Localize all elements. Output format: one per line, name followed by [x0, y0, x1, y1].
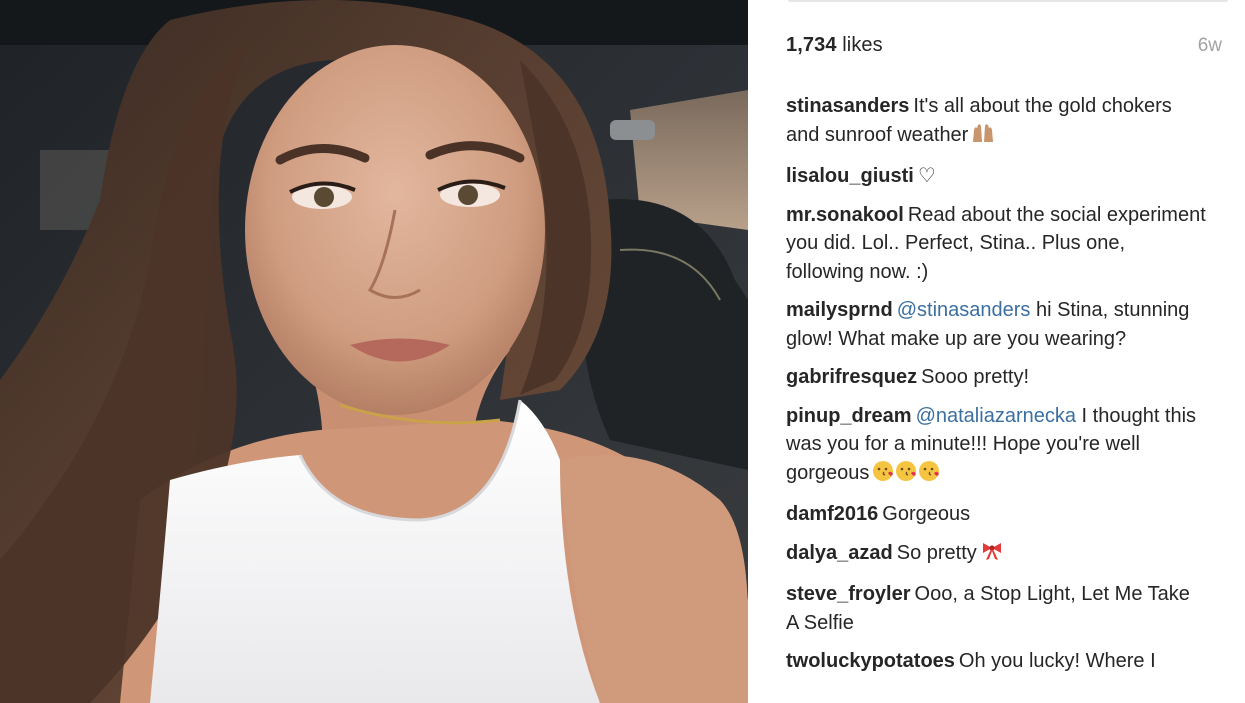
- instagram-post-view: 1,734 likes 6w stinasanders It's all abou…: [0, 0, 1245, 703]
- selfie-image: [0, 0, 748, 703]
- comment-mention[interactable]: @nataliazarnecka: [916, 405, 1076, 427]
- comment-item: pinup_dream @nataliazarnecka I thought th…: [786, 402, 1206, 491]
- comment-item: gabrifresquez Sooo pretty!: [786, 363, 1206, 392]
- post-details-panel: 1,734 likes 6w stinasanders It's all abou…: [748, 0, 1245, 703]
- raised-hands-icon: [971, 122, 995, 153]
- comment-username[interactable]: damf2016: [786, 503, 878, 525]
- comment-item: mr.sonakool Read about the social experim…: [786, 201, 1206, 287]
- post-photo[interactable]: [0, 0, 748, 703]
- comment-text: Oh you lucky! Where I: [958, 650, 1156, 672]
- likes-row: 1,734 likes 6w: [786, 34, 1222, 62]
- comment-item: mailysprnd @stinasanders hi Stina, stunni…: [786, 296, 1206, 353]
- comment-text: So pretty: [896, 541, 977, 564]
- comment-text: Gorgeous: [882, 503, 971, 525]
- comment-username[interactable]: lisalou_giusti: [786, 165, 914, 187]
- comment-username[interactable]: twoluckypotatoes: [786, 650, 955, 672]
- comment-username[interactable]: steve_froyler: [786, 583, 911, 605]
- comment-item: twoluckypotatoes Oh you lucky! Where I: [786, 647, 1206, 676]
- comment-text: ♡: [917, 165, 936, 187]
- comment-username[interactable]: mailysprnd: [786, 299, 893, 321]
- likes-label: likes: [842, 34, 883, 56]
- comment-list: stinasanders It's all about the gold chok…: [786, 92, 1206, 686]
- comment-item: damf2016 Gorgeous: [786, 500, 1206, 529]
- panel-divider: [788, 0, 1228, 2]
- comment-item: steve_froyler Ooo, a Stop Light, Let Me T…: [786, 580, 1206, 637]
- comment-text: Sooo pretty!: [921, 366, 1029, 388]
- kissing-face-icon: [872, 460, 940, 491]
- likes-count[interactable]: 1,734 likes: [786, 34, 883, 57]
- comment-username[interactable]: dalya_azad: [786, 542, 893, 564]
- comment-username[interactable]: gabrifresquez: [786, 366, 917, 388]
- post-age[interactable]: 6w: [1198, 35, 1222, 57]
- likes-number: 1,734: [786, 34, 837, 56]
- comment-username[interactable]: mr.sonakool: [786, 204, 904, 226]
- comment-item: dalya_azad So pretty: [786, 539, 1206, 571]
- comment-mention[interactable]: @stinasanders: [897, 299, 1031, 321]
- comment-username[interactable]: pinup_dream: [786, 405, 912, 427]
- comment-item: lisalou_giusti ♡: [786, 162, 1206, 191]
- ribbon-icon: [980, 540, 1004, 571]
- comment-username[interactable]: stinasanders: [786, 95, 909, 117]
- comment-item: stinasanders It's all about the gold chok…: [786, 92, 1206, 152]
